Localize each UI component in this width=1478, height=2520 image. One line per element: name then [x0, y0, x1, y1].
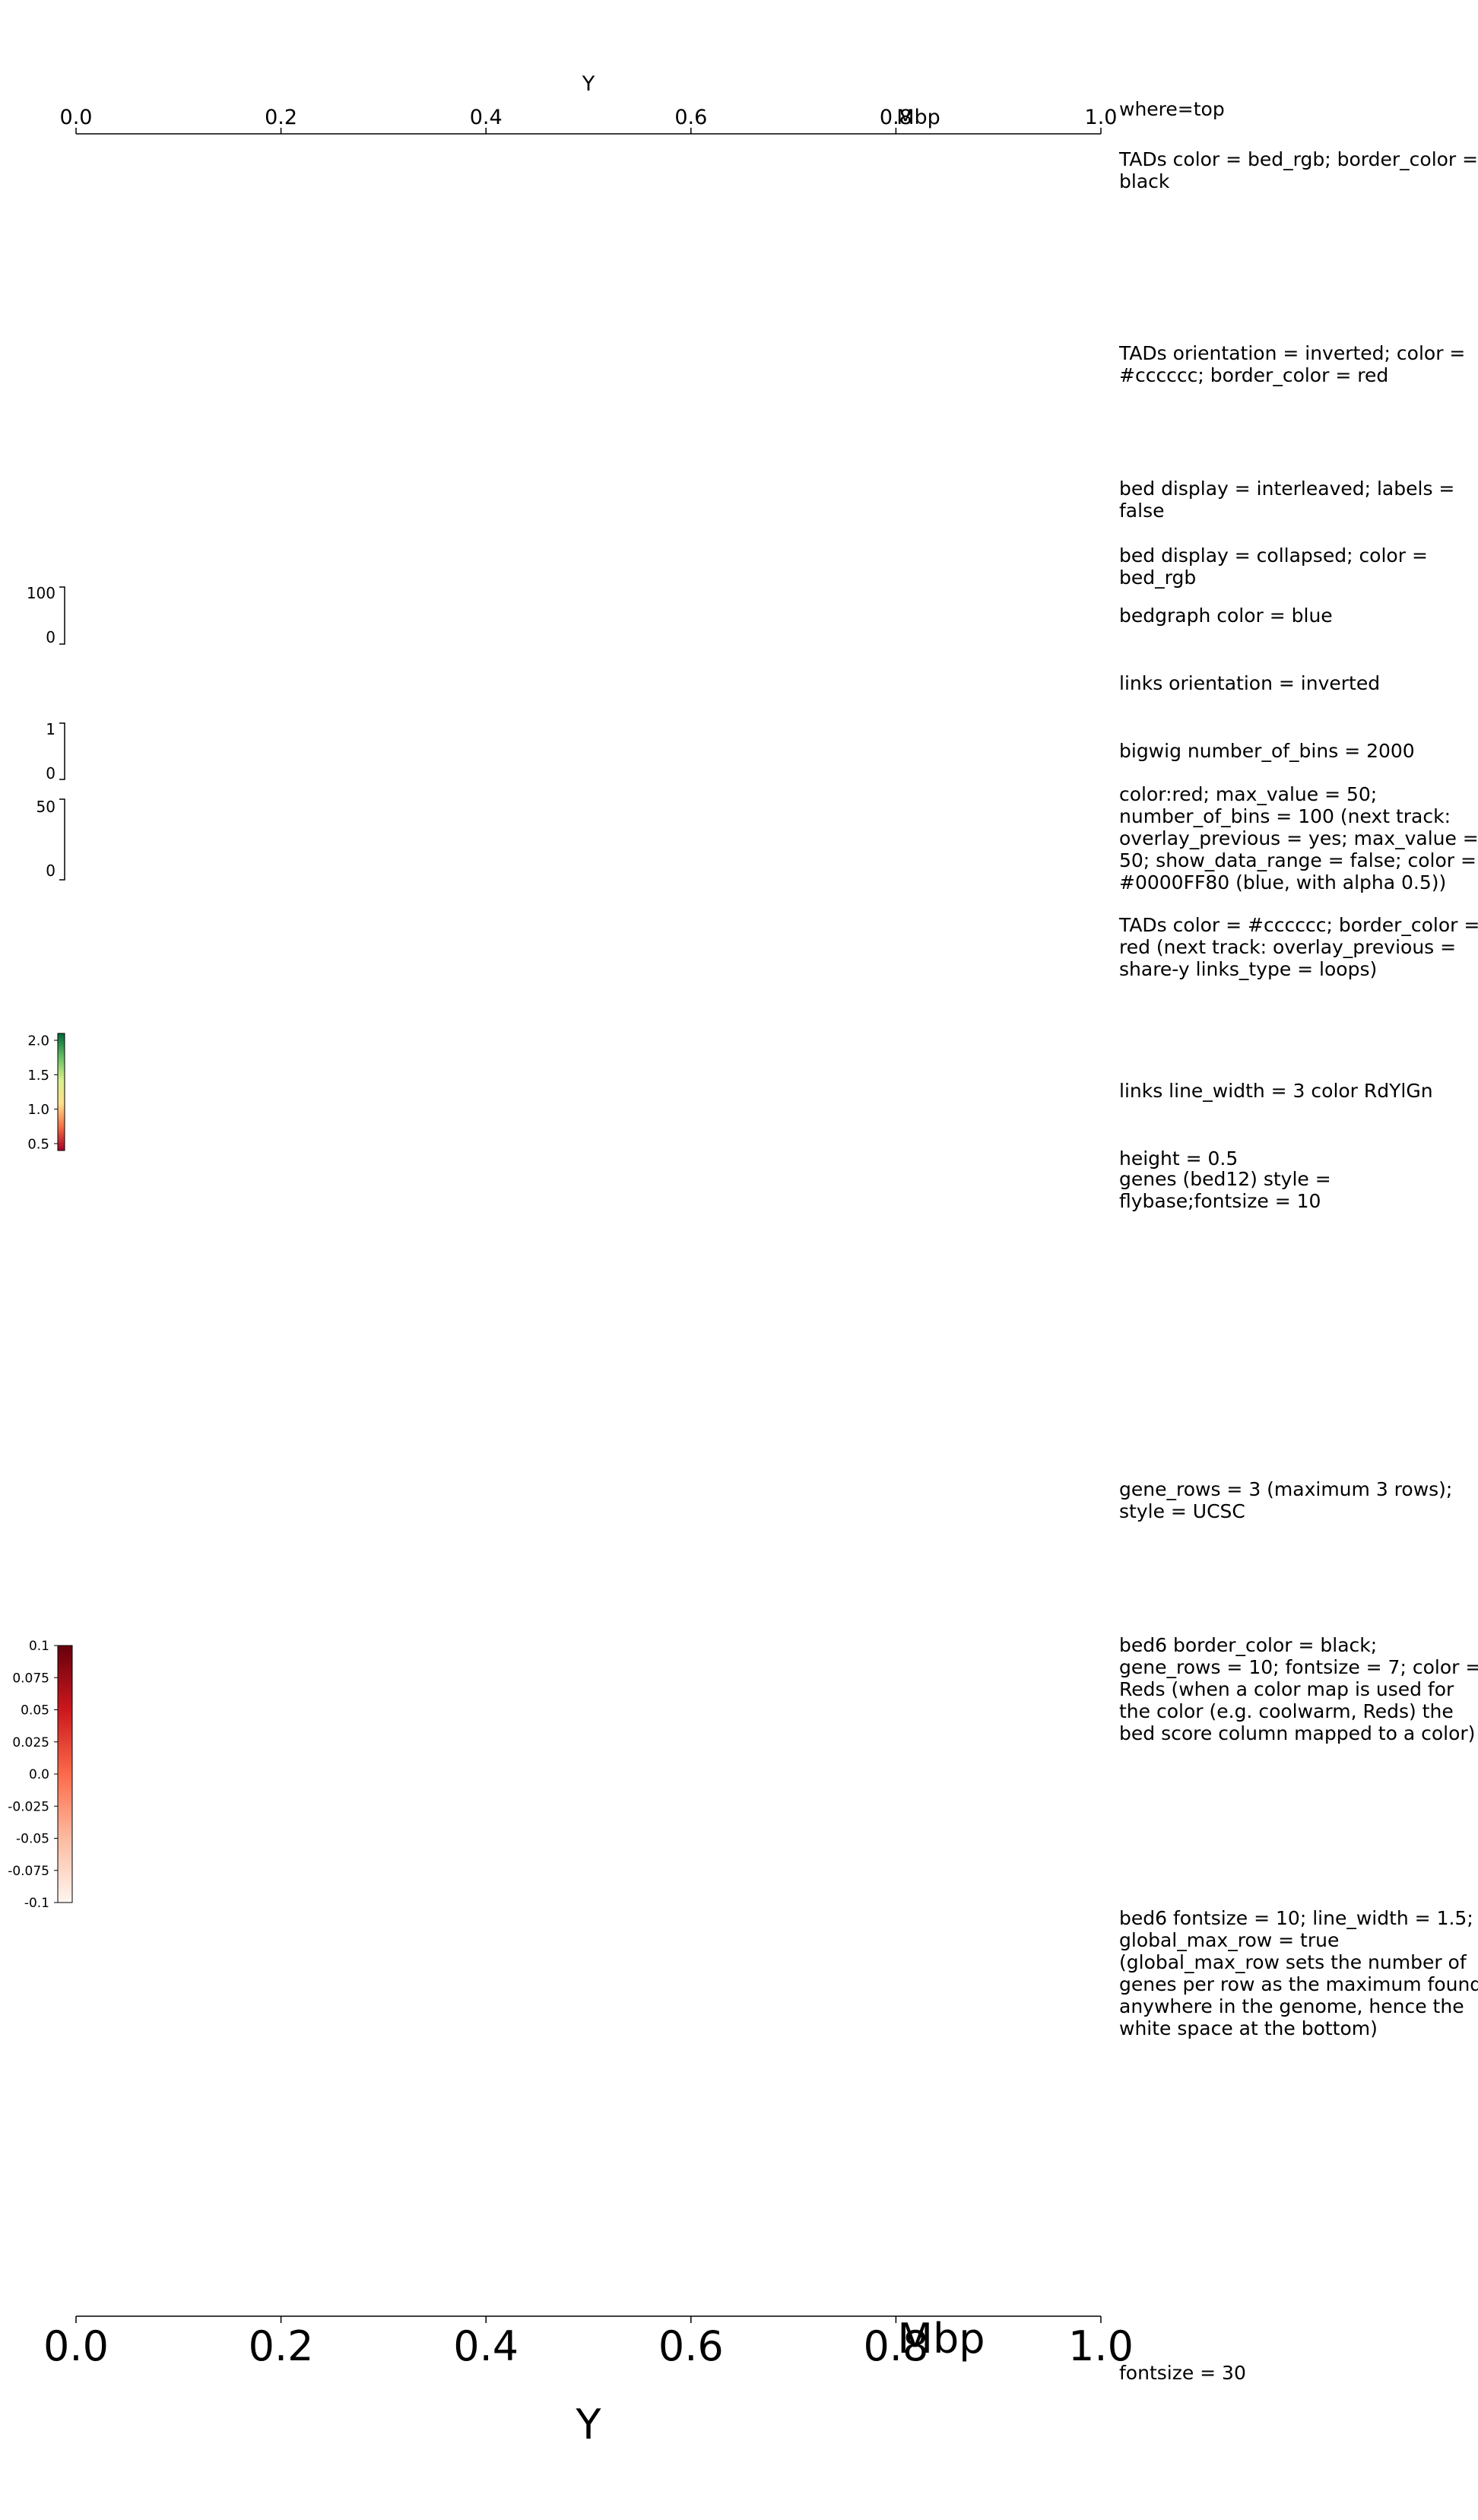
- track-label-bigwig-red-line5: #0000FF80 (blue, with alpha 0.5)): [1119, 871, 1447, 893]
- bottom-axis-tick-label: 0.2: [249, 2322, 314, 2370]
- track-label-bigwig-red-line4: 50; show_data_range = false; color =: [1119, 849, 1476, 871]
- top-x-axis: 0.0 0.2 0.4 0.6 0.8 1.0 Y Mbp: [60, 72, 1118, 135]
- top-axis-tick-label: 0.0: [60, 106, 93, 129]
- track-label-bed-interleaved-line1: bed display = interleaved; labels =: [1119, 478, 1455, 500]
- track-label-tads-cccccc-line3: share-y links_type = loops): [1119, 958, 1378, 980]
- track-label-bed6-reds-line4: the color (e.g. coolwarm, Reds) the: [1119, 1700, 1454, 1722]
- top-axis-unit-label: Mbp: [896, 106, 940, 129]
- track-label-links-rdylgn: links line_width = 3 color RdYlGn: [1119, 1080, 1433, 1102]
- track-label-tads-inverted-line2: #cccccc; border_color = red: [1119, 364, 1389, 386]
- top-axis-tick-label: 0.4: [470, 106, 503, 129]
- track-label-tads-cccccc-line1: TADs color = #cccccc; border_color =: [1119, 914, 1478, 936]
- track-label-tads-bedrgb-line1: TADs color = bed_rgb; border_color =: [1119, 148, 1478, 170]
- rdylgn-colorbar-tick-label: 1.0: [27, 1102, 49, 1118]
- bigwig-range-min: 0: [46, 764, 56, 782]
- bottom-axis-tick-label: 0.4: [453, 2322, 519, 2370]
- bedgraph-data-range: 100 0: [27, 584, 65, 646]
- track-label-bed-collapsed-line1: bed display = collapsed; color =: [1119, 544, 1428, 567]
- bigwig-overlay-range-max: 50: [36, 798, 56, 816]
- reds-colorbar-tick-label: -0.05: [16, 1832, 49, 1847]
- bigwig-overlay-range-bracket: [59, 798, 65, 881]
- rdylgn-colorbar-tick-label: 2.0: [27, 1033, 49, 1049]
- reds-colorbar-tick-label: 0.025: [12, 1735, 49, 1750]
- track-label-bed6-global-line4: genes per row as the maximum found: [1119, 1973, 1478, 1995]
- bigwig-overlay-range-min: 0: [46, 862, 56, 880]
- track-label-gene-rows-line1: gene_rows = 3 (maximum 3 rows);: [1119, 1478, 1453, 1500]
- track-label-tads-bedrgb-line2: black: [1119, 170, 1170, 192]
- bedgraph-range-bracket: [59, 586, 65, 645]
- top-axis-tick-label: 0.6: [674, 106, 707, 129]
- reds-colorbar-tick-label: -0.025: [8, 1799, 49, 1814]
- track-label-bigwig-red-line3: overlay_previous = yes; max_value =: [1119, 827, 1478, 849]
- track-label-genes-flybase-line1: genes (bed12) style =: [1119, 1168, 1331, 1190]
- reds-colorbar-tick-label: 0.0: [29, 1767, 49, 1782]
- track-label-bed6-global-line2: global_max_row = true: [1119, 1929, 1340, 1951]
- top-axis-chrom-label: Y: [582, 72, 595, 96]
- bigwig-overlay-data-range: 50 0: [36, 798, 65, 881]
- bigwig-range-bracket: [59, 722, 65, 780]
- bottom-x-axis: 0.0 0.2 0.4 0.6 0.8 1.0 Mbp Y: [43, 2315, 1134, 2449]
- track-label-bed6-global-line6: white space at the bottom): [1119, 2017, 1378, 2039]
- bedgraph-range-max: 100: [27, 584, 56, 602]
- reds-colorbar-tick-label: 0.05: [21, 1703, 49, 1719]
- track-label-bed-interleaved-line2: false: [1119, 500, 1165, 522]
- track-label-genes-flybase-line2: flybase;fontsize = 10: [1119, 1190, 1321, 1212]
- bottom-axis-chrom-label: Y: [576, 2401, 602, 2449]
- rdylgn-colorbar-ticks: 2.0 1.5 1.0 0.5: [27, 1033, 58, 1152]
- track-label-bed6-reds-line2: gene_rows = 10; fontsize = 7; color =: [1119, 1656, 1478, 1678]
- track-label-tads-inverted-line1: TADs orientation = inverted; color =: [1119, 342, 1466, 364]
- reds-colorbar-tick-label: -0.075: [8, 1864, 49, 1879]
- rdylgn-colorbar-bar: [57, 1033, 65, 1151]
- track-label-gene-rows-line2: style = UCSC: [1119, 1500, 1245, 1522]
- track-label-fontsize: fontsize = 30: [1119, 2362, 1246, 2384]
- bottom-axis-tick-label: 0.6: [658, 2322, 724, 2370]
- track-label-tads-cccccc-line2: red (next track: overlay_previous =: [1119, 936, 1457, 958]
- track-label-bed6-global-line1: bed6 fontsize = 10; line_width = 1.5;: [1119, 1907, 1473, 1929]
- track-label-bed6-reds-line1: bed6 border_color = black;: [1119, 1634, 1378, 1656]
- rdylgn-colorbar-tick-label: 1.5: [27, 1068, 49, 1084]
- bigwig-data-range: 1 0: [46, 720, 65, 782]
- track-label-bigwig: bigwig number_of_bins = 2000: [1119, 740, 1415, 762]
- reds-colorbar-bar: [57, 1645, 73, 1903]
- track-label-height: height = 0.5: [1119, 1147, 1239, 1170]
- track-label-bed6-global-line3: (global_max_row sets the number of: [1119, 1951, 1467, 1973]
- top-axis-tick-label: 1.0: [1085, 106, 1118, 129]
- bed6-reds-colorbar: 0.1 0.075 0.05 0.025 0.0 -0.025 -0.05 -0.075 -0.…: [8, 1639, 73, 1911]
- track-label-bigwig-red-line2: number_of_bins = 100 (next track:: [1119, 805, 1451, 827]
- track-label-bedgraph: bedgraph color = blue: [1119, 605, 1333, 627]
- track-label-links-inverted: links orientation = inverted: [1119, 672, 1381, 694]
- track-label-bed-collapsed-line2: bed_rgb: [1119, 567, 1197, 589]
- reds-colorbar-tick-label: -0.1: [24, 1896, 49, 1911]
- reds-colorbar-tick-label: 0.1: [29, 1639, 49, 1654]
- top-axis-ticks: 0.0 0.2 0.4 0.6 0.8 1.0: [60, 106, 1118, 134]
- top-axis-tick-label: 0.2: [265, 106, 297, 129]
- bottom-axis-unit-label: Mbp: [897, 2315, 985, 2363]
- track-label-bed6-reds-line3: Reds (when a color map is used for: [1119, 1678, 1454, 1700]
- track-label-bigwig-red-line1: color:red; max_value = 50;: [1119, 783, 1378, 805]
- track-label-axis-top: where=top: [1119, 98, 1225, 120]
- reds-colorbar-tick-label: 0.075: [12, 1671, 49, 1686]
- reds-colorbar-ticks: 0.1 0.075 0.05 0.025 0.0 -0.025 -0.05 -0.075 -0.…: [8, 1639, 58, 1911]
- track-label-bed6-global-line5: anywhere in the genome, hence the: [1119, 1995, 1464, 2017]
- links-rdylgn-colorbar: 2.0 1.5 1.0 0.5: [27, 1033, 65, 1152]
- rdylgn-colorbar-tick-label: 0.5: [27, 1136, 49, 1152]
- bigwig-range-max: 1: [46, 720, 56, 738]
- bottom-axis-tick-label: 0.0: [43, 2322, 109, 2370]
- track-label-bed6-reds-line5: bed score column mapped to a color): [1119, 1722, 1476, 1744]
- bedgraph-range-min: 0: [46, 628, 56, 646]
